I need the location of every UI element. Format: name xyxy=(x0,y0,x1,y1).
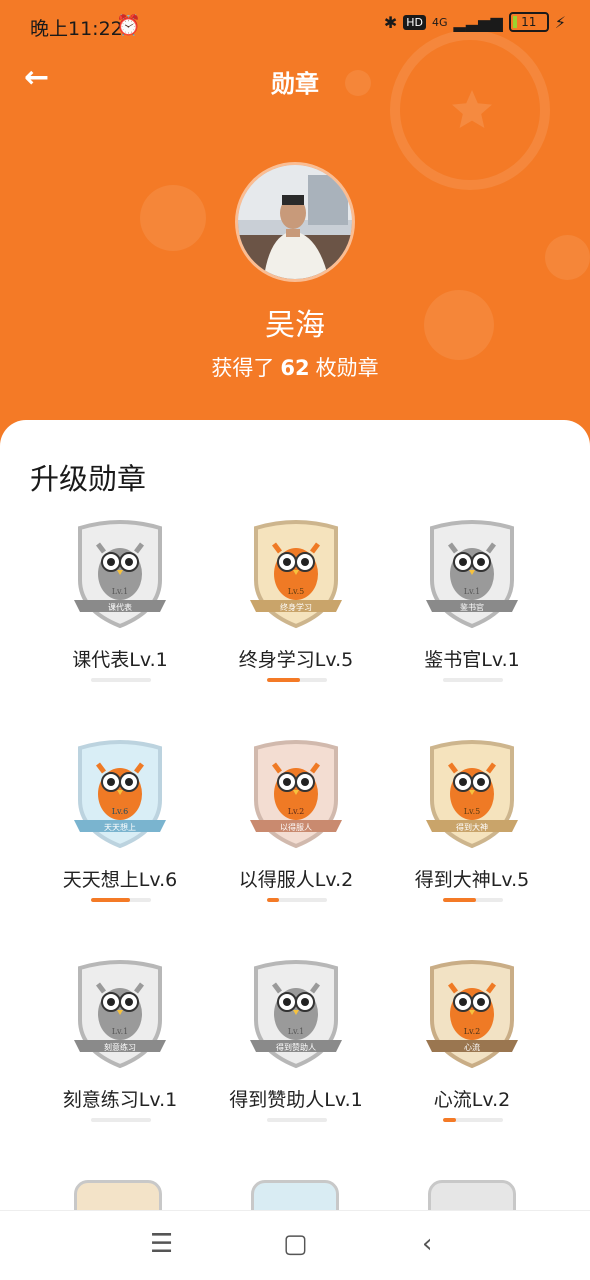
badge-item[interactable]: 心流 Lv.2 心流Lv.2 xyxy=(382,958,562,1158)
badge-progress xyxy=(91,678,151,682)
badge-item[interactable]: 以得服人 Lv.2 以得服人Lv.2 xyxy=(206,738,386,938)
signal-icon: ▂▃▅▆ xyxy=(453,12,503,32)
badge-item[interactable]: 刻意练习 Lv.1 刻意练习Lv.1 xyxy=(30,958,210,1158)
badge-label: 刻意练习Lv.1 xyxy=(62,1089,178,1111)
badge-panel: 升级勋章 课代表 Lv.1 课代表Lv.1 终身学习 Lv.5 终身学习Lv.5 xyxy=(0,420,590,1210)
badge-progress xyxy=(91,1118,151,1122)
status-time: 晚上11:22 xyxy=(30,18,123,40)
svg-text:Lv.1: Lv.1 xyxy=(288,1027,305,1036)
badge-item[interactable]: 得到赞助人 Lv.1 得到赞助人Lv.1 xyxy=(206,958,386,1158)
badge-item[interactable]: 终身学习 Lv.5 终身学习Lv.5 xyxy=(206,518,386,718)
count-prefix: 获得了 xyxy=(211,356,275,380)
svg-text:天天想上: 天天想上 xyxy=(104,822,136,832)
badge-label: 鉴书官Lv.1 xyxy=(424,649,520,671)
badge-emblem: 心流 Lv.2 xyxy=(426,960,518,1069)
badge-emblem: 终身学习 Lv.5 xyxy=(250,520,342,629)
status-bar: 晚上11:22 ⏰ ✱ HD 4G ▂▃▅▆ 11 ⚡ xyxy=(0,0,590,52)
badge-item[interactable]: 课代表 Lv.1 课代表Lv.1 xyxy=(30,518,210,718)
badge-emblem: 天天想上 Lv.6 xyxy=(74,740,166,849)
badge-partial-3[interactable] xyxy=(428,1180,516,1210)
badge-progress-fill xyxy=(443,898,476,902)
menu-icon[interactable]: ☰ xyxy=(150,1229,173,1259)
badge-label: 天天想上Lv.6 xyxy=(62,869,178,891)
badge-emblem: 得到赞助人 Lv.1 xyxy=(250,960,342,1069)
system-nav-bar: ☰ ▢ ‹ xyxy=(0,1210,590,1280)
badge-emblem: 得到大神 Lv.5 xyxy=(426,740,518,849)
badge-item[interactable]: 天天想上 Lv.6 天天想上Lv.6 xyxy=(30,738,210,938)
badge-emblem: 鉴书官 Lv.1 xyxy=(426,520,518,629)
badge-progress-fill xyxy=(443,1118,457,1122)
avatar[interactable] xyxy=(235,162,355,282)
svg-text:刻意练习: 刻意练习 xyxy=(104,1042,136,1052)
badge-emblem: 以得服人 Lv.2 xyxy=(250,740,342,849)
badge-label: 课代表Lv.1 xyxy=(72,649,168,671)
badge-item[interactable]: 得到大神 Lv.5 得到大神Lv.5 xyxy=(382,738,562,938)
badge-count: 62 xyxy=(280,356,310,380)
charging-icon: ⚡ xyxy=(554,12,566,32)
svg-text:Lv.1: Lv.1 xyxy=(464,587,481,596)
count-suffix: 枚勋章 xyxy=(315,356,379,380)
badge-progress-fill xyxy=(91,898,130,902)
badge-progress-fill xyxy=(267,898,279,902)
badge-label: 心流Lv.2 xyxy=(433,1089,511,1111)
square-home-icon[interactable]: ▢ xyxy=(283,1229,308,1259)
svg-text:Lv.5: Lv.5 xyxy=(288,587,305,596)
badge-label: 得到赞助人Lv.1 xyxy=(229,1089,363,1111)
badge-emblem: 课代表 Lv.1 xyxy=(74,520,166,629)
badge-partial-2[interactable] xyxy=(251,1180,339,1210)
svg-text:课代表: 课代表 xyxy=(108,602,132,612)
network-label: 4G xyxy=(432,15,448,29)
badge-progress-fill xyxy=(267,678,300,682)
svg-text:以得服人: 以得服人 xyxy=(280,822,312,832)
svg-text:终身学习: 终身学习 xyxy=(280,602,312,612)
chevron-left-icon[interactable]: ‹ xyxy=(422,1229,432,1259)
badge-partial-1[interactable] xyxy=(74,1180,162,1210)
badge-progress xyxy=(443,898,503,902)
battery-icon: 11 xyxy=(508,12,549,32)
svg-text:鉴书官: 鉴书官 xyxy=(460,602,484,612)
svg-text:Lv.2: Lv.2 xyxy=(464,1027,481,1036)
svg-text:得到大神: 得到大神 xyxy=(456,822,488,832)
badge-emblem: 刻意练习 Lv.1 xyxy=(74,960,166,1069)
badge-label: 终身学习Lv.5 xyxy=(238,649,354,671)
badge-progress xyxy=(267,678,327,682)
user-name: 吴海 xyxy=(265,308,325,343)
svg-text:Lv.1: Lv.1 xyxy=(112,1027,129,1036)
battery-level: 11 xyxy=(521,15,537,29)
badge-label: 得到大神Lv.5 xyxy=(414,869,530,891)
badge-count-text: 获得了 62 枚勋章 xyxy=(0,352,590,382)
badge-item[interactable]: 鉴书官 Lv.1 鉴书官Lv.1 xyxy=(382,518,562,718)
badge-progress xyxy=(443,678,503,682)
badge-label: 以得服人Lv.2 xyxy=(238,869,354,891)
svg-text:Lv.6: Lv.6 xyxy=(112,807,129,816)
top-nav: ← 勋章 xyxy=(0,54,590,104)
bluetooth-icon: ✱ xyxy=(383,12,398,32)
alarm-clock-icon: ⏰ xyxy=(116,13,141,37)
badge-progress xyxy=(443,1118,503,1122)
page-title: 勋章 xyxy=(271,70,319,98)
badge-progress xyxy=(267,1118,327,1122)
section-title: 升级勋章 xyxy=(30,462,147,496)
badge-progress xyxy=(267,898,327,902)
svg-text:心流: 心流 xyxy=(464,1042,480,1052)
header: 晚上11:22 ⏰ ✱ HD 4G ▂▃▅▆ 11 ⚡ ← 勋章 吴海 获得了 … xyxy=(0,0,590,460)
svg-text:得到赞助人: 得到赞助人 xyxy=(276,1042,316,1052)
badge-progress xyxy=(91,898,151,902)
hd-icon: HD xyxy=(403,14,427,30)
svg-text:Lv.2: Lv.2 xyxy=(288,807,305,816)
svg-text:Lv.5: Lv.5 xyxy=(464,807,481,816)
svg-text:Lv.1: Lv.1 xyxy=(112,587,129,596)
